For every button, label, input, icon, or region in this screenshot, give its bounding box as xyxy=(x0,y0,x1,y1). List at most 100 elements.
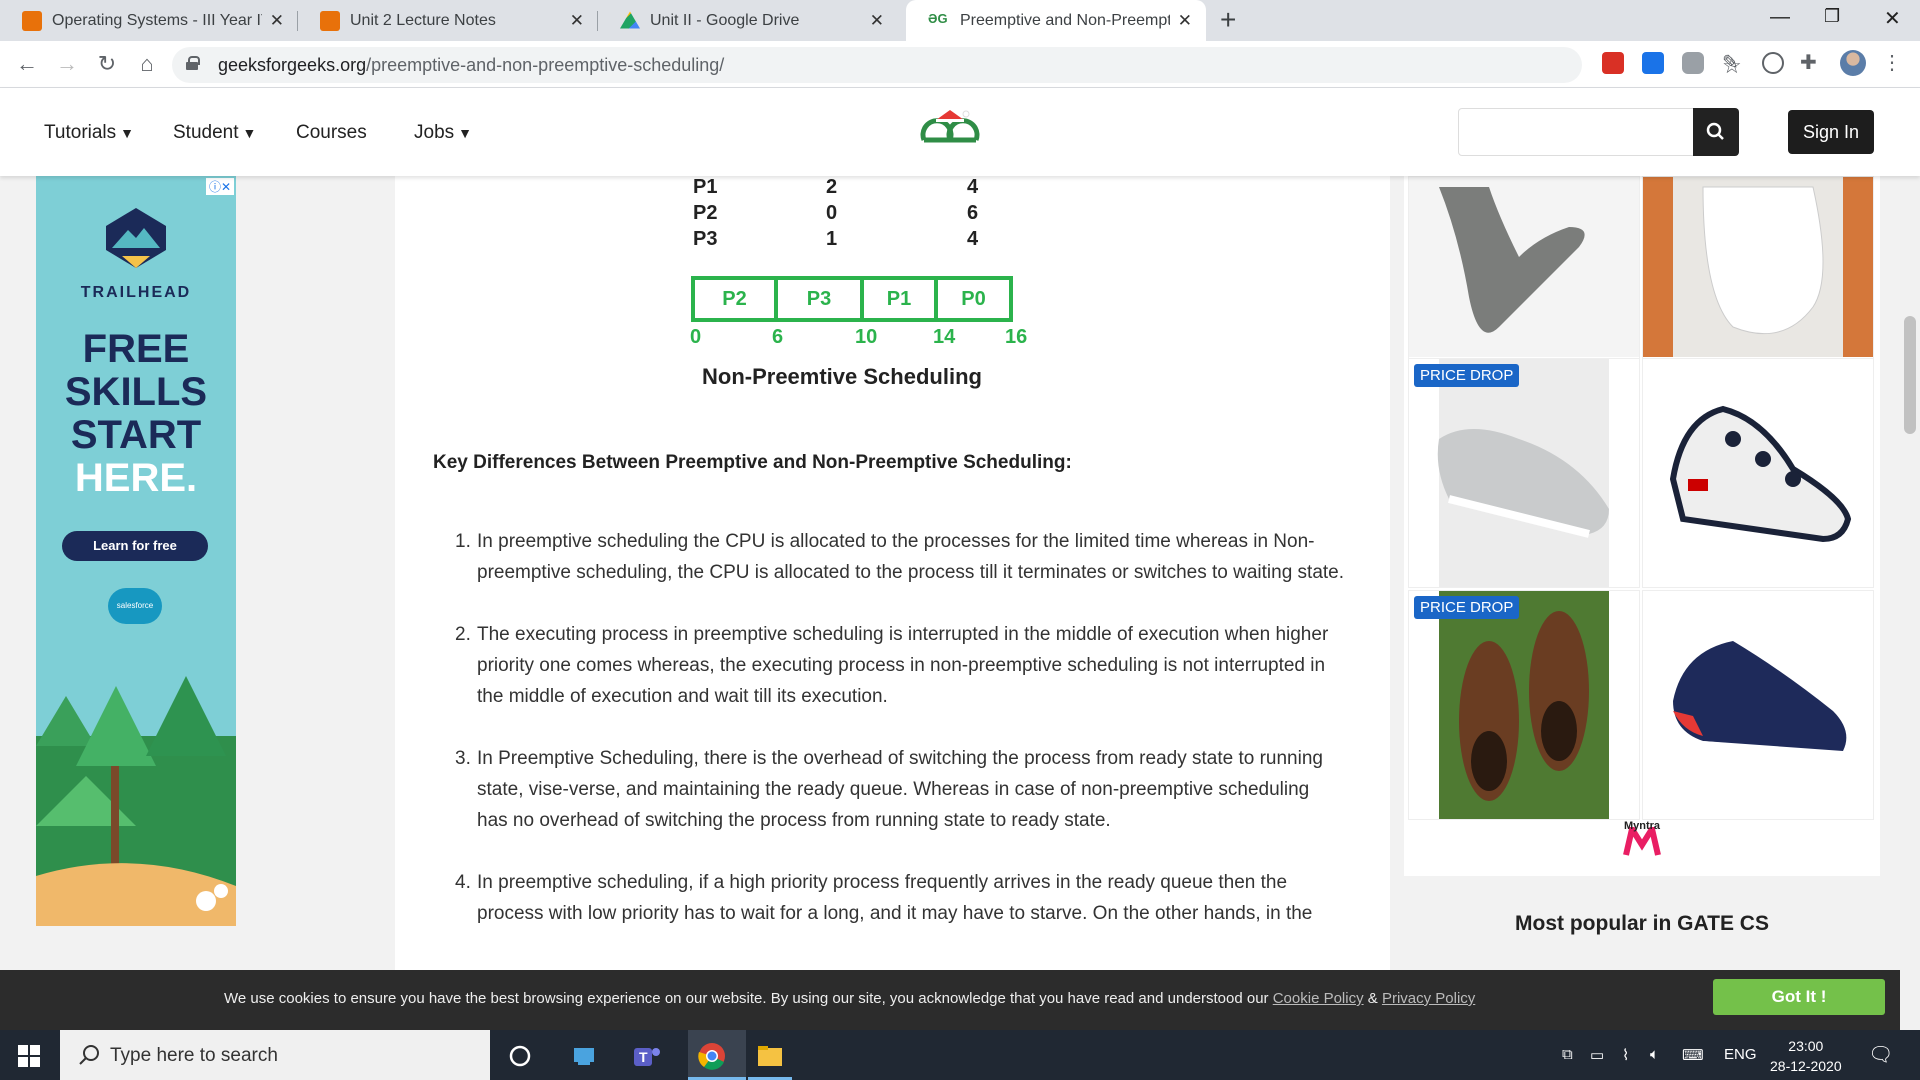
gantt-tick: 6 xyxy=(772,326,784,348)
cookie-message: We use cookies to ensure you have the be… xyxy=(224,990,1269,1007)
close-tab-icon[interactable]: ✕ xyxy=(270,11,284,31)
product-tile[interactable] xyxy=(1642,358,1874,588)
list-number: 4. xyxy=(455,872,471,893)
gantt-tick: 14 xyxy=(933,326,956,348)
burst-time: 6 xyxy=(967,202,979,224)
home-button[interactable]: ⌂ xyxy=(132,49,162,79)
reload-button[interactable]: ↻ xyxy=(92,49,122,79)
notifications-icon[interactable]: 🗨︎ xyxy=(1868,1042,1893,1067)
windows-start-icon[interactable] xyxy=(18,1045,40,1067)
volume-icon[interactable]: 🔈︎ xyxy=(1650,1046,1659,1063)
url-text[interactable]: geeksforgeeks.org/preemptive-and-non-pre… xyxy=(218,55,724,76)
cookie-policy-link[interactable]: Cookie Policy xyxy=(1273,990,1364,1007)
ad-choices-icon[interactable]: ⓘ✕ xyxy=(205,178,234,195)
cortana-icon[interactable] xyxy=(504,1040,536,1072)
eyedropper-extension-icon[interactable]: ✎ xyxy=(1722,52,1744,74)
product-tile[interactable]: PRICE DROP xyxy=(1408,590,1640,820)
tab-unit2-lecture-notes[interactable]: Unit 2 Lecture Notes ✕ xyxy=(298,0,598,41)
list-item: 2. The executing process in preemptive sc… xyxy=(455,619,1345,712)
privacy-policy-link[interactable]: Privacy Policy xyxy=(1382,990,1475,1007)
nav-tutorials[interactable]: Tutorials ▼ xyxy=(44,122,134,144)
chevron-down-icon: ▼ xyxy=(242,125,257,141)
battery-icon[interactable]: ▭ xyxy=(1590,1046,1604,1064)
product-tile[interactable]: PRICE DROP xyxy=(1408,358,1640,588)
ad-headline: FREE SKILLS START HERE. xyxy=(36,328,236,500)
gantt-cell: P0 xyxy=(961,288,986,310)
adobe-extension-icon[interactable] xyxy=(1602,52,1624,74)
chrome-menu-icon[interactable]: ⋮ xyxy=(1882,52,1904,74)
cookie-text: We use cookies to ensure you have the be… xyxy=(224,990,1475,1007)
white-sneaker-image xyxy=(1643,177,1873,357)
scrollbar-thumb[interactable] xyxy=(1904,316,1916,434)
cookie-consent-bar: We use cookies to ensure you have the be… xyxy=(0,970,1900,1030)
extensions-puzzle-icon[interactable]: ✚ xyxy=(1800,52,1822,74)
section-heading: Key Differences Between Preemptive and N… xyxy=(433,452,1072,473)
list-item: 4. In preemptive scheduling, if a high pr… xyxy=(455,867,1345,929)
camera-extension-icon[interactable] xyxy=(1682,52,1704,74)
tray-tablet-icon[interactable]: ⧉ xyxy=(1562,1046,1573,1063)
clock-time: 23:00 xyxy=(1788,1038,1824,1054)
myntra-ad[interactable]: PRICE DROP PRICE DROP Myntra xyxy=(1404,176,1880,876)
trailhead-ad[interactable]: ⓘ✕ TRAILHEAD FREE SKILLS START HERE. Lea… xyxy=(36,176,236,926)
profile-avatar[interactable] xyxy=(1840,50,1866,76)
taskbar-search-placeholder: Type here to search xyxy=(110,1045,278,1066)
sign-in-button[interactable]: Sign In xyxy=(1788,110,1874,154)
forward-button[interactable]: → xyxy=(52,49,82,79)
url-path: /preemptive-and-non-preemptive-schedulin… xyxy=(366,55,725,75)
nav-student[interactable]: Student ▼ xyxy=(173,122,256,144)
arrival-time: 1 xyxy=(826,228,838,250)
close-tab-icon[interactable]: ✕ xyxy=(570,11,584,31)
fila-sneaker-image xyxy=(1669,405,1852,543)
salesforce-logo: salesforce xyxy=(108,588,162,624)
got-it-button[interactable]: Got It ! xyxy=(1713,979,1885,1015)
nav-courses[interactable]: Courses xyxy=(296,122,367,144)
teams-icon[interactable]: T xyxy=(630,1040,662,1072)
tab-title: Unit II - Google Drive xyxy=(650,11,800,29)
process-id: P2 xyxy=(693,202,718,224)
arrival-time: 2 xyxy=(826,176,838,198)
chrome-icon[interactable] xyxy=(696,1040,728,1072)
close-window-button[interactable]: ✕ xyxy=(1884,6,1901,31)
taskbar-search-box[interactable]: Type here to search xyxy=(60,1030,490,1080)
page-scrollbar[interactable] xyxy=(1900,176,1920,1030)
minimize-button[interactable]: — xyxy=(1770,6,1790,29)
close-tab-icon[interactable]: ✕ xyxy=(870,11,884,31)
close-tab-icon[interactable]: ✕ xyxy=(1178,11,1192,31)
learn-for-free-button[interactable]: Learn for free xyxy=(62,531,208,561)
keyboard-icon[interactable]: ⌨ xyxy=(1682,1046,1704,1064)
tab-google-drive[interactable]: Unit II - Google Drive ✕ xyxy=(598,0,898,41)
nav-label: Student xyxy=(173,122,239,143)
burst-time: 4 xyxy=(967,228,979,250)
tab-preemptive-scheduling[interactable]: ƏG Preemptive and Non-Preemptive ✕ xyxy=(906,0,1206,41)
task-view-icon[interactable] xyxy=(568,1040,600,1072)
gantt-tick: 16 xyxy=(1005,326,1028,348)
navy-running-shoe-image xyxy=(1673,641,1847,766)
list-number: 1. xyxy=(455,531,471,552)
new-tab-button[interactable]: + xyxy=(1220,6,1236,34)
extension-circle-icon[interactable] xyxy=(1762,52,1784,74)
file-explorer-icon[interactable] xyxy=(754,1040,786,1072)
gantt-tick: 10 xyxy=(855,326,878,348)
windows-taskbar: Type here to search T ⧉ ▭ ⌇ 🔈︎ ⌨ ENG 23:… xyxy=(0,1030,1920,1080)
nav-jobs[interactable]: Jobs ▼ xyxy=(414,122,472,144)
language-indicator[interactable]: ENG xyxy=(1724,1046,1757,1063)
figure-caption: Non-Preemtive Scheduling xyxy=(702,364,982,389)
differences-list: 1. In preemptive scheduling the CPU is al… xyxy=(455,526,1345,960)
search-icon xyxy=(1706,122,1724,140)
gantt-cell: P3 xyxy=(778,280,864,318)
myntra-brand: Myntra xyxy=(1623,820,1661,832)
tab-title: Unit 2 Lecture Notes xyxy=(350,11,496,29)
site-search-input[interactable] xyxy=(1458,108,1694,156)
list-number: 2. xyxy=(455,624,471,645)
tab-operating-systems[interactable]: Operating Systems - III Year IT (B. ✕ xyxy=(0,0,298,41)
site-search-button[interactable] xyxy=(1693,108,1739,156)
product-tile[interactable] xyxy=(1642,590,1874,820)
tab-title: Preemptive and Non-Preemptive xyxy=(960,11,1170,29)
screen-cast-extension-icon[interactable] xyxy=(1642,52,1664,74)
geeksforgeeks-logo[interactable] xyxy=(914,106,986,162)
address-bar[interactable]: geeksforgeeks.org/preemptive-and-non-pre… xyxy=(172,47,1742,83)
back-button[interactable]: ← xyxy=(12,49,42,79)
maximize-button[interactable]: ❐ xyxy=(1824,6,1840,27)
wifi-icon[interactable]: ⌇ xyxy=(1622,1046,1629,1064)
system-clock[interactable]: 23:00 28-12-2020 xyxy=(1770,1036,1842,1076)
